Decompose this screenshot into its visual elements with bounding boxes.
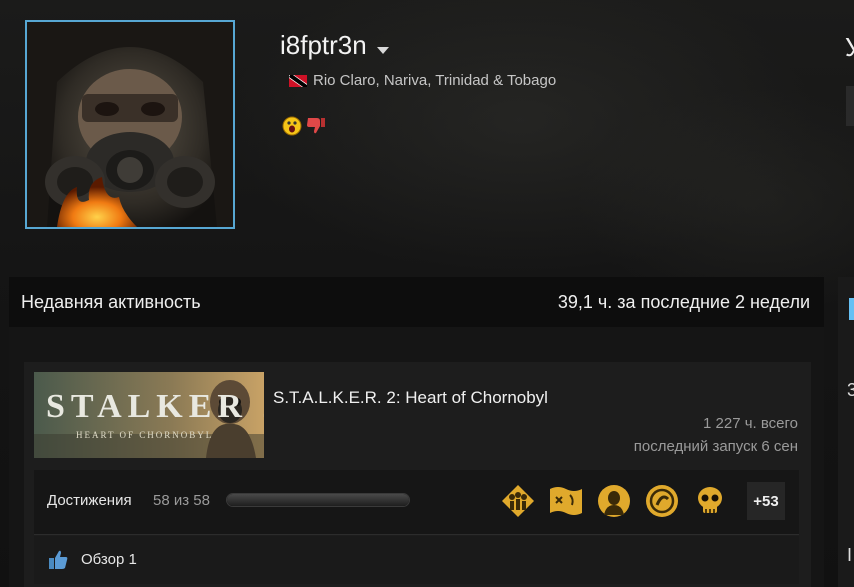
achievements-progress-bar bbox=[226, 493, 410, 507]
persona-name: i8fptr3n bbox=[280, 30, 367, 60]
location-row: Rio Claro, Nariva, Trinidad & Tobago bbox=[289, 72, 556, 89]
right-side-text-fragment: 3 bbox=[847, 380, 854, 400]
skull-achievement-icon[interactable] bbox=[692, 483, 728, 519]
game-capsule[interactable]: STALKER 2 HEART OF CHORNOBYL bbox=[34, 372, 264, 458]
gas-mask-avatar-image bbox=[27, 22, 233, 227]
game-total-hours: 1 227 ч. всего bbox=[703, 415, 798, 432]
game-last-played: последний запуск 6 сен bbox=[633, 438, 798, 455]
game-name-link[interactable]: S.T.A.L.K.E.R. 2: Heart of Chornobyl bbox=[273, 388, 548, 408]
more-achievements-button[interactable]: +53 bbox=[747, 482, 785, 520]
edge-panel-fragment bbox=[846, 86, 854, 126]
right-side-panel-fragment bbox=[838, 277, 854, 587]
review-row bbox=[34, 536, 799, 584]
achievements-count: 58 из 58 bbox=[153, 492, 210, 509]
avatar[interactable] bbox=[25, 20, 235, 229]
capsule-title: STALKER 2 bbox=[46, 388, 264, 425]
map-achievement-icon[interactable] bbox=[548, 483, 584, 519]
profile-badges bbox=[281, 113, 327, 137]
persona-name-row: i8fptr3n bbox=[280, 30, 389, 61]
recent-activity-title[interactable]: Недавняя активность bbox=[21, 292, 201, 313]
trinidad-tobago-flag-icon bbox=[289, 74, 307, 87]
right-side-text-fragment-2: I bbox=[847, 545, 853, 565]
recent-activity-header: Недавняя активность 39,1 ч. за последние… bbox=[9, 277, 824, 327]
right-side-accent bbox=[849, 298, 854, 320]
thumbs-up-icon[interactable] bbox=[47, 549, 69, 571]
edge-heading-fragment: У bbox=[845, 32, 854, 62]
location-text: Rio Claro, Nariva, Trinidad & Tobago bbox=[313, 72, 557, 89]
achievement-icons bbox=[500, 483, 728, 519]
recent-activity-hours: 39,1 ч. за последние 2 недели bbox=[557, 291, 810, 312]
achievements-label[interactable]: Достижения bbox=[47, 492, 132, 509]
chevron-down-icon[interactable] bbox=[376, 47, 389, 54]
artifact-achievement-icon[interactable] bbox=[644, 483, 680, 519]
review-link[interactable]: Обзор 1 bbox=[81, 551, 137, 568]
group-achievement-icon[interactable] bbox=[500, 483, 536, 519]
achievements-divider bbox=[34, 534, 799, 535]
stalker-portrait-achievement-icon[interactable] bbox=[596, 483, 632, 519]
capsule-subtitle: HEART OF CHORNOBYL bbox=[76, 430, 214, 440]
achievements-progress-fill bbox=[227, 494, 409, 506]
shocked-emoticon-icon[interactable] bbox=[281, 113, 303, 137]
thumbs-down-emoticon-icon[interactable] bbox=[305, 113, 327, 137]
